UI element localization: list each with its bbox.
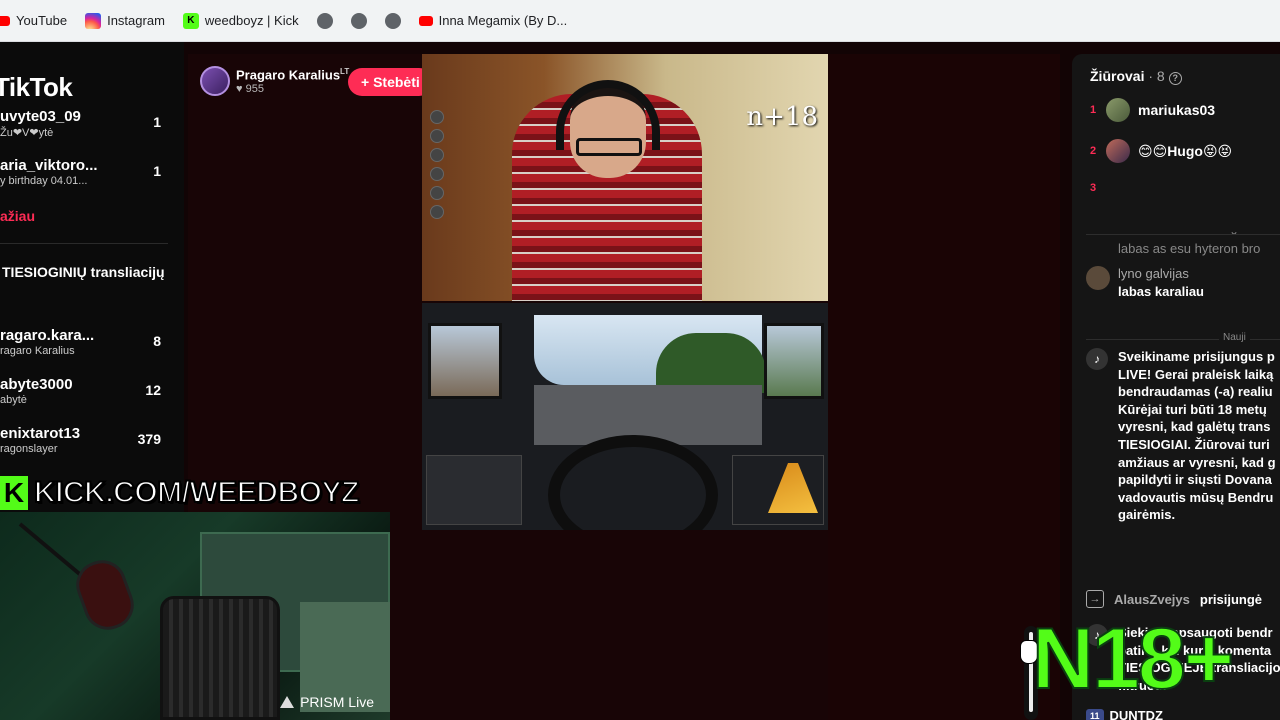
chevron-down-icon[interactable]: ⌄ [1229,224,1239,238]
avatar [1106,98,1130,122]
join-icon: → [1086,590,1104,608]
sidebar-divider [0,243,168,244]
follow-button[interactable]: + Stebėti [348,68,433,96]
steering-wheel-graphic [548,435,718,530]
bookmark-kick[interactable]: Kweedboyz | Kick [182,12,299,29]
bookmarks-bar: YouTube Instagram Kweedboyz | Kick Inna … [0,0,1280,42]
glasses-graphic [576,138,642,156]
level-badge: 11 [1086,708,1104,720]
bookmark-instagram[interactable]: Instagram [85,12,165,29]
top-viewer[interactable]: 1 mariukas03 [1090,98,1215,122]
host-avatar[interactable] [200,66,230,96]
help-icon[interactable]: ? [1168,72,1182,85]
globe-icon [350,12,367,29]
live-section-title: TIESIOGINIŲ transliacijų [2,264,165,280]
host-name: Pragaro KaraliusLT [236,67,350,83]
game-feed-truck-sim [422,303,828,530]
age-rating-overlay: N18+ [1031,611,1235,707]
sidebar-live-account[interactable]: ragaro.kara... ragaro Karalius 8 [0,327,175,357]
streamer-camera-feed: n+18 [422,54,828,301]
join-notice: → AlausZvejys prisijungė [1086,590,1262,608]
viewers-header: Žiūrovai · 8? [1090,68,1182,85]
sidebar-account[interactable]: uvyte03_09 Žu❤V❤ytė 1 [0,108,175,139]
bookmark-globe-2[interactable] [350,12,367,29]
tiktok-live-page: TikTok uvyte03_09 Žu❤V❤ytė 1 aria_viktor… [0,42,1280,720]
bookmark-youtube[interactable]: YouTube [0,13,67,28]
top-viewer[interactable]: 2 😊😊Hugo😝😝 [1090,139,1232,163]
bookmark-inna-megamix[interactable]: Inna Megamix (By D... [418,13,567,28]
heart-icon: ♥ [236,82,243,95]
chat-message: labas as esu hyteron bro [1118,241,1261,256]
kick-icon: K [182,12,199,29]
top-viewer: 3 [1090,182,1097,194]
prism-live-watermark: PRISM Live [280,694,374,710]
new-messages-label: Nauji [1219,332,1250,343]
camera-label: n+18 [746,102,818,132]
kick-logo-icon: K [0,476,28,510]
avatar [1086,266,1110,290]
sidebar-live-account[interactable]: enixtarot13 ragonslayer 379 [0,425,175,455]
chair-graphic [160,596,280,720]
host-likes: ♥ 955 [236,82,264,95]
chat-tail: 11 DUNTDZ [1086,708,1163,720]
host-info[interactable]: Pragaro KaraliusLT ♥ 955 [200,66,349,96]
sidebar-live-account[interactable]: abyte3000 abytė 12 [0,376,175,406]
avatar [1106,139,1130,163]
see-less-link[interactable]: ažiau [0,208,35,224]
tiktok-logo[interactable]: TikTok [0,72,73,103]
prism-logo-icon [280,696,295,708]
streamer-webcam-overlay: PRISM Live [0,512,390,720]
youtube-icon [0,15,10,26]
bookmark-globe-3[interactable] [384,12,401,29]
youtube-icon [418,15,433,26]
instagram-icon [85,12,102,29]
sidebar-account[interactable]: aria_viktoro... y birthday 04.01... 1 [0,157,175,187]
stream-side-background [828,54,1060,720]
microphone-graphic [69,553,141,637]
globe-icon [384,12,401,29]
mini-chat-avatars [430,110,444,219]
chat-message: 11 DUNTDZ [1086,708,1163,720]
globe-icon [316,12,333,29]
tiktok-icon: ♪ [1086,348,1108,370]
kick-url-overlay: K KICK.COM/WEEDBOYZ [0,474,396,512]
bookmark-globe-1[interactable] [316,12,333,29]
